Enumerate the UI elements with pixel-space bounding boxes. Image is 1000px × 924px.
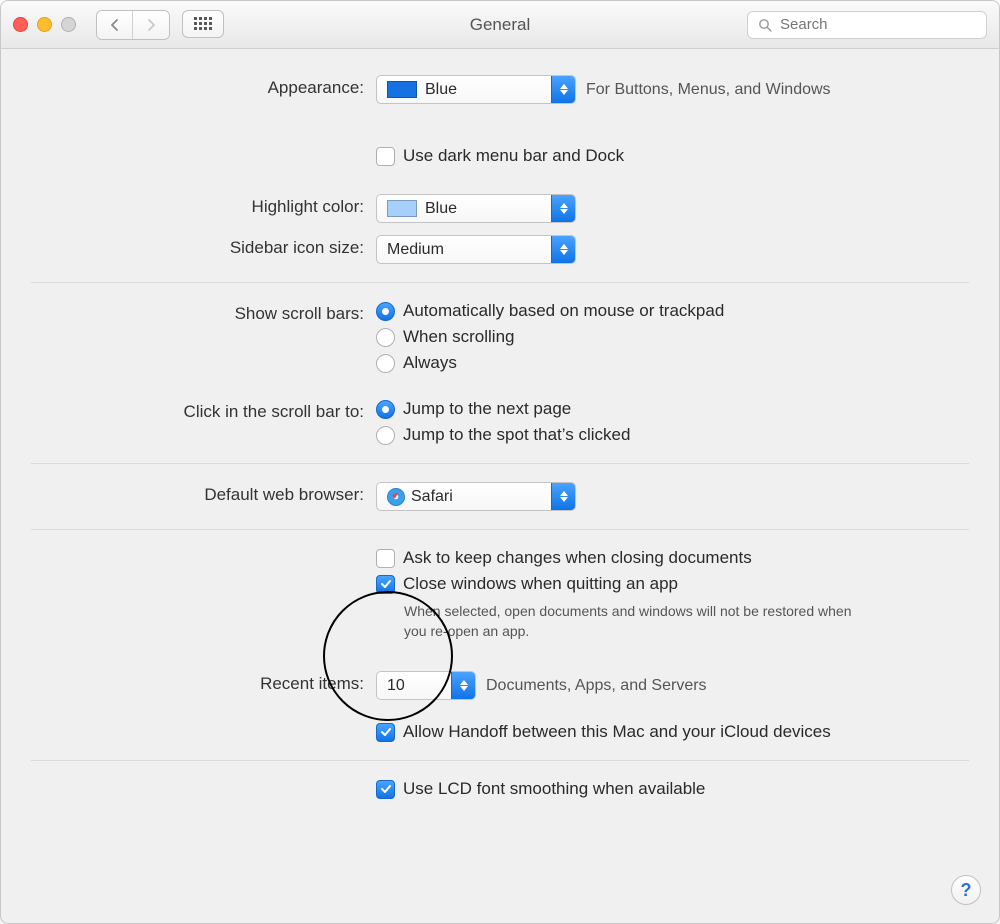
label-sidebar: Sidebar icon size: <box>31 235 376 258</box>
close-windows-label: Close windows when quitting an app <box>403 574 678 594</box>
toolbar-buttons <box>96 10 224 40</box>
label-scrollbars: Show scroll bars: <box>31 301 376 324</box>
highlight-value: Blue <box>425 200 457 218</box>
recent-value: 10 <box>387 677 405 695</box>
scrollbars-radio-auto[interactable] <box>376 302 395 321</box>
lcd-smoothing-label: Use LCD font smoothing when available <box>403 779 705 799</box>
scrollbars-option-2: Always <box>403 353 457 373</box>
back-button[interactable] <box>97 11 133 39</box>
search-input[interactable] <box>778 15 976 34</box>
zoom-button[interactable] <box>61 17 76 32</box>
row-scrollclick: Click in the scroll bar to: Jump to the … <box>31 399 969 445</box>
chevron-updown-icon <box>551 76 575 103</box>
scrollbars-radio-scrolling[interactable] <box>376 328 395 347</box>
row-highlight: Highlight color: Blue <box>31 194 969 223</box>
separator <box>31 463 969 464</box>
appearance-swatch <box>387 81 417 98</box>
titlebar: General <box>1 1 999 49</box>
row-sidebar: Sidebar icon size: Medium <box>31 235 969 264</box>
row-lcd: Use LCD font smoothing when available <box>31 779 969 799</box>
scrollbars-radio-always[interactable] <box>376 354 395 373</box>
recent-hint: Documents, Apps, and Servers <box>486 677 707 695</box>
chevron-updown-icon <box>451 672 475 699</box>
ask-changes-checkbox[interactable] <box>376 549 395 568</box>
close-windows-checkbox[interactable] <box>376 575 395 594</box>
label-appearance: Appearance: <box>31 75 376 98</box>
appearance-popup[interactable]: Blue <box>376 75 576 104</box>
scrollclick-option-0: Jump to the next page <box>403 399 571 419</box>
row-appearance: Appearance: Blue For Buttons, Menus, and… <box>31 75 969 166</box>
help-button[interactable]: ? <box>951 875 981 905</box>
row-scrollbars: Show scroll bars: Automatically based on… <box>31 301 969 373</box>
separator <box>31 760 969 761</box>
chevron-updown-icon <box>551 483 575 510</box>
nav-segment <box>96 10 170 40</box>
preferences-window: General Appearance: Blue For Buttons, Me… <box>0 0 1000 924</box>
separator <box>31 282 969 283</box>
highlight-popup[interactable]: Blue <box>376 194 576 223</box>
chevron-updown-icon <box>551 236 575 263</box>
scrollclick-radio-page[interactable] <box>376 400 395 419</box>
close-windows-hint: When selected, open documents and window… <box>404 602 864 641</box>
content: Appearance: Blue For Buttons, Menus, and… <box>1 49 999 799</box>
scrollclick-radio-spot[interactable] <box>376 426 395 445</box>
grid-icon <box>194 17 212 30</box>
show-all-button[interactable] <box>182 10 224 38</box>
handoff-label: Allow Handoff between this Mac and your … <box>403 722 831 742</box>
safari-icon <box>387 488 405 506</box>
appearance-value: Blue <box>425 81 457 99</box>
browser-popup[interactable]: Safari <box>376 482 576 511</box>
sidebar-popup[interactable]: Medium <box>376 235 576 264</box>
scrollbars-option-1: When scrolling <box>403 327 515 347</box>
search-icon <box>758 18 772 32</box>
forward-button[interactable] <box>133 11 169 39</box>
handoff-checkbox[interactable] <box>376 723 395 742</box>
lcd-smoothing-checkbox[interactable] <box>376 780 395 799</box>
highlight-swatch <box>387 200 417 217</box>
row-browser: Default web browser: Safari <box>31 482 969 511</box>
appearance-hint: For Buttons, Menus, and Windows <box>586 81 831 99</box>
traffic-lights <box>13 17 76 32</box>
dark-menu-label: Use dark menu bar and Dock <box>403 146 624 166</box>
recent-popup[interactable]: 10 <box>376 671 476 700</box>
separator <box>31 529 969 530</box>
label-scrollclick: Click in the scroll bar to: <box>31 399 376 422</box>
label-recent: Recent items: <box>31 671 376 694</box>
sidebar-value: Medium <box>387 241 444 259</box>
scrollclick-option-1: Jump to the spot that’s clicked <box>403 425 630 445</box>
browser-value: Safari <box>411 488 453 506</box>
dark-menu-checkbox[interactable] <box>376 147 395 166</box>
scrollbars-option-0: Automatically based on mouse or trackpad <box>403 301 724 321</box>
label-browser: Default web browser: <box>31 482 376 505</box>
row-documents: Ask to keep changes when closing documen… <box>31 548 969 641</box>
close-button[interactable] <box>13 17 28 32</box>
row-recent: Recent items: 10 Documents, Apps, and Se… <box>31 671 969 742</box>
minimize-button[interactable] <box>37 17 52 32</box>
search-field[interactable] <box>747 11 987 39</box>
chevron-updown-icon <box>551 195 575 222</box>
ask-changes-label: Ask to keep changes when closing documen… <box>403 548 752 568</box>
label-highlight: Highlight color: <box>31 194 376 217</box>
